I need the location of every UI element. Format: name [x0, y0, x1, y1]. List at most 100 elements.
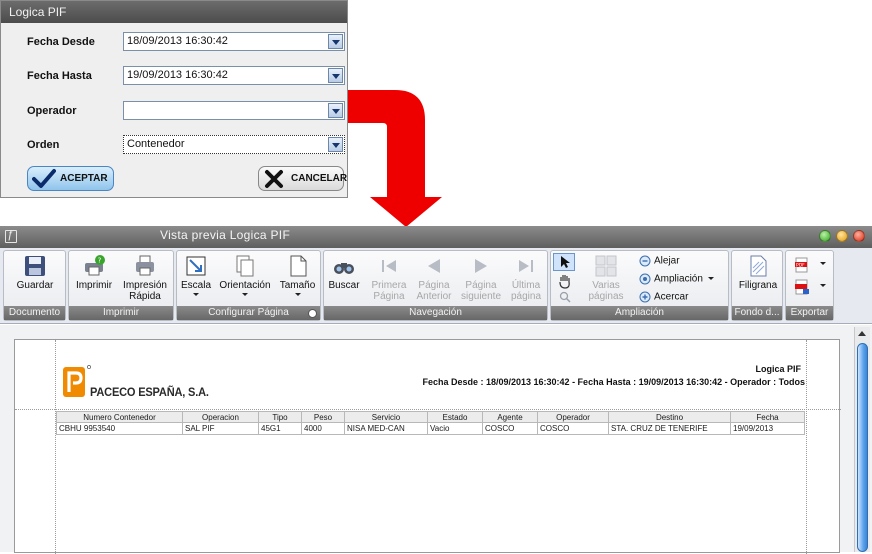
chevron-down-icon[interactable] [328, 34, 343, 49]
fecha-hasta-label: Fecha Hasta [27, 70, 92, 82]
title-bar: Vista previa Logica PIF [0, 226, 872, 248]
first-page-icon [382, 260, 396, 272]
export-pdf-button[interactable]: PDF [794, 257, 830, 275]
siguiente-label-2: siguiente [460, 291, 502, 302]
ampliacion-label: Ampliación [654, 273, 703, 285]
chevron-down-icon[interactable] [328, 68, 343, 83]
margin-guide [806, 340, 807, 554]
chevron-down-icon [242, 293, 248, 296]
hand-icon[interactable] [557, 273, 573, 289]
orientacion-label: Orientación [219, 280, 271, 291]
column-header: Agente [482, 411, 538, 423]
margin-guide [15, 409, 841, 410]
operador-combo[interactable] [123, 101, 345, 120]
column-header: Operador [537, 411, 609, 423]
table-cell: COSCO [482, 422, 538, 435]
group-documento: Guardar Documento [3, 250, 66, 321]
app-icon[interactable] [5, 229, 17, 243]
fecha-hasta-combo[interactable]: 19/09/2013 16:30:42 [123, 66, 345, 85]
table-cell: STA. CRUZ DE TENERIFE [608, 422, 731, 435]
guardar-button[interactable]: Guardar [12, 254, 58, 291]
fecha-hasta-value: 19/09/2013 16:30:42 [127, 69, 228, 81]
dialog-launcher-icon[interactable] [308, 309, 317, 318]
filigrana-button[interactable]: Filigrana [734, 254, 782, 291]
previous-icon [428, 259, 440, 273]
imprimir-button[interactable]: ? Imprimir [71, 254, 117, 291]
imprimir-label: Imprimir [75, 280, 113, 291]
export-format-button[interactable] [794, 279, 830, 297]
alejar-label: Alejar [654, 255, 680, 267]
escala-label: Escala [180, 280, 211, 291]
close-button[interactable] [853, 230, 865, 242]
buscar-label: Buscar [328, 280, 360, 291]
chevron-down-icon [820, 284, 826, 287]
report-page: PACECO ESPAÑA, S.A. Logica PIF Fecha Des… [14, 339, 841, 554]
table-cell: 45G1 [258, 422, 302, 435]
column-header: Estado [427, 411, 483, 423]
window-title: Vista previa Logica PIF [160, 228, 291, 242]
filter-dialog: Logica PIF Fecha Desde 18/09/2013 16:30:… [0, 0, 348, 198]
maximize-button[interactable] [819, 230, 831, 242]
minimize-button[interactable] [836, 230, 848, 242]
column-header: Fecha [730, 411, 805, 423]
group-title-exportar: Exportar [786, 306, 833, 320]
zoom-in-icon [639, 291, 651, 303]
orden-value: Contenedor [127, 138, 185, 150]
varias-paginas-button[interactable]: Varias páginas [583, 254, 629, 302]
aceptar-label: ACEPTAR [60, 173, 108, 184]
table-cell: COSCO [537, 422, 609, 435]
ampliacion-dropdown[interactable]: Ampliación [639, 273, 714, 285]
scroll-up-icon[interactable] [858, 331, 866, 336]
buscar-button[interactable]: Buscar [325, 254, 363, 291]
impresion-rapida-button[interactable]: Impresión Rápida [119, 254, 171, 302]
magnifier-icon[interactable] [559, 291, 571, 303]
group-ampliacion: Varias páginas Alejar Ampliación Acercar… [550, 250, 729, 321]
orientacion-button[interactable]: Orientación [215, 254, 275, 296]
chevron-down-icon [707, 276, 714, 280]
company-logo-icon [63, 365, 91, 397]
column-header: Servicio [344, 411, 428, 423]
column-header: Destino [608, 411, 731, 423]
operador-label: Operador [27, 105, 77, 117]
pointer-icon[interactable] [553, 253, 575, 271]
alejar-button[interactable]: Alejar [639, 255, 680, 267]
group-title-configurar: Configurar Página [177, 306, 320, 320]
anterior-label-2: Anterior [416, 291, 452, 302]
group-imprimir: ? Imprimir Impresión Rápida Imprimir [68, 250, 174, 321]
multiple-pages-icon [595, 255, 617, 277]
floppy-icon [25, 256, 45, 276]
impresion-label-1: Impresión [123, 280, 167, 291]
acercar-button[interactable]: Acercar [639, 291, 688, 303]
cancelar-button[interactable]: CANCELAR [258, 166, 348, 191]
escala-button[interactable]: Escala [178, 254, 214, 296]
preview-area[interactable]: PACECO ESPAÑA, S.A. Logica PIF Fecha Des… [0, 325, 872, 554]
ultima-pagina-button[interactable]: Última página [506, 254, 546, 302]
guardar-label: Guardar [16, 280, 54, 291]
svg-text:PDF: PDF [796, 262, 805, 268]
chevron-down-icon [820, 262, 826, 265]
fecha-desde-value: 18/09/2013 16:30:42 [127, 35, 228, 47]
table-cell: SAL PIF [182, 422, 259, 435]
checkmark-icon [32, 168, 56, 199]
primera-pagina-button[interactable]: Primera Página [367, 254, 411, 302]
group-title-fondo: Fondo d... [732, 306, 782, 320]
filigrana-label: Filigrana [738, 280, 778, 291]
fecha-desde-combo[interactable]: 18/09/2013 16:30:42 [123, 32, 345, 51]
scroll-thumb[interactable] [857, 343, 868, 552]
next-icon [475, 259, 487, 273]
pagina-anterior-button[interactable]: Página Anterior [412, 254, 456, 302]
svg-text:?: ? [98, 257, 102, 265]
preview-window: Vista previa Logica PIF Guardar Document… [0, 226, 872, 554]
fecha-desde-label: Fecha Desde [27, 36, 95, 48]
group-exportar: PDF Exportar [785, 250, 834, 321]
tamano-button[interactable]: Tamaño [276, 254, 319, 296]
pagina-siguiente-button[interactable]: Página siguiente [457, 254, 505, 302]
aceptar-button[interactable]: ACEPTAR [27, 166, 114, 191]
orden-combo[interactable]: Contenedor [123, 135, 345, 154]
vertical-scrollbar[interactable] [854, 327, 870, 552]
cancelar-label: CANCELAR [291, 173, 348, 184]
group-title-ampliacion: Ampliación [551, 306, 728, 320]
table-cell: 4000 [301, 422, 345, 435]
table-header-row: Numero Contenedor Operacion Tipo Peso Se… [56, 411, 805, 423]
column-header: Peso [301, 411, 345, 423]
